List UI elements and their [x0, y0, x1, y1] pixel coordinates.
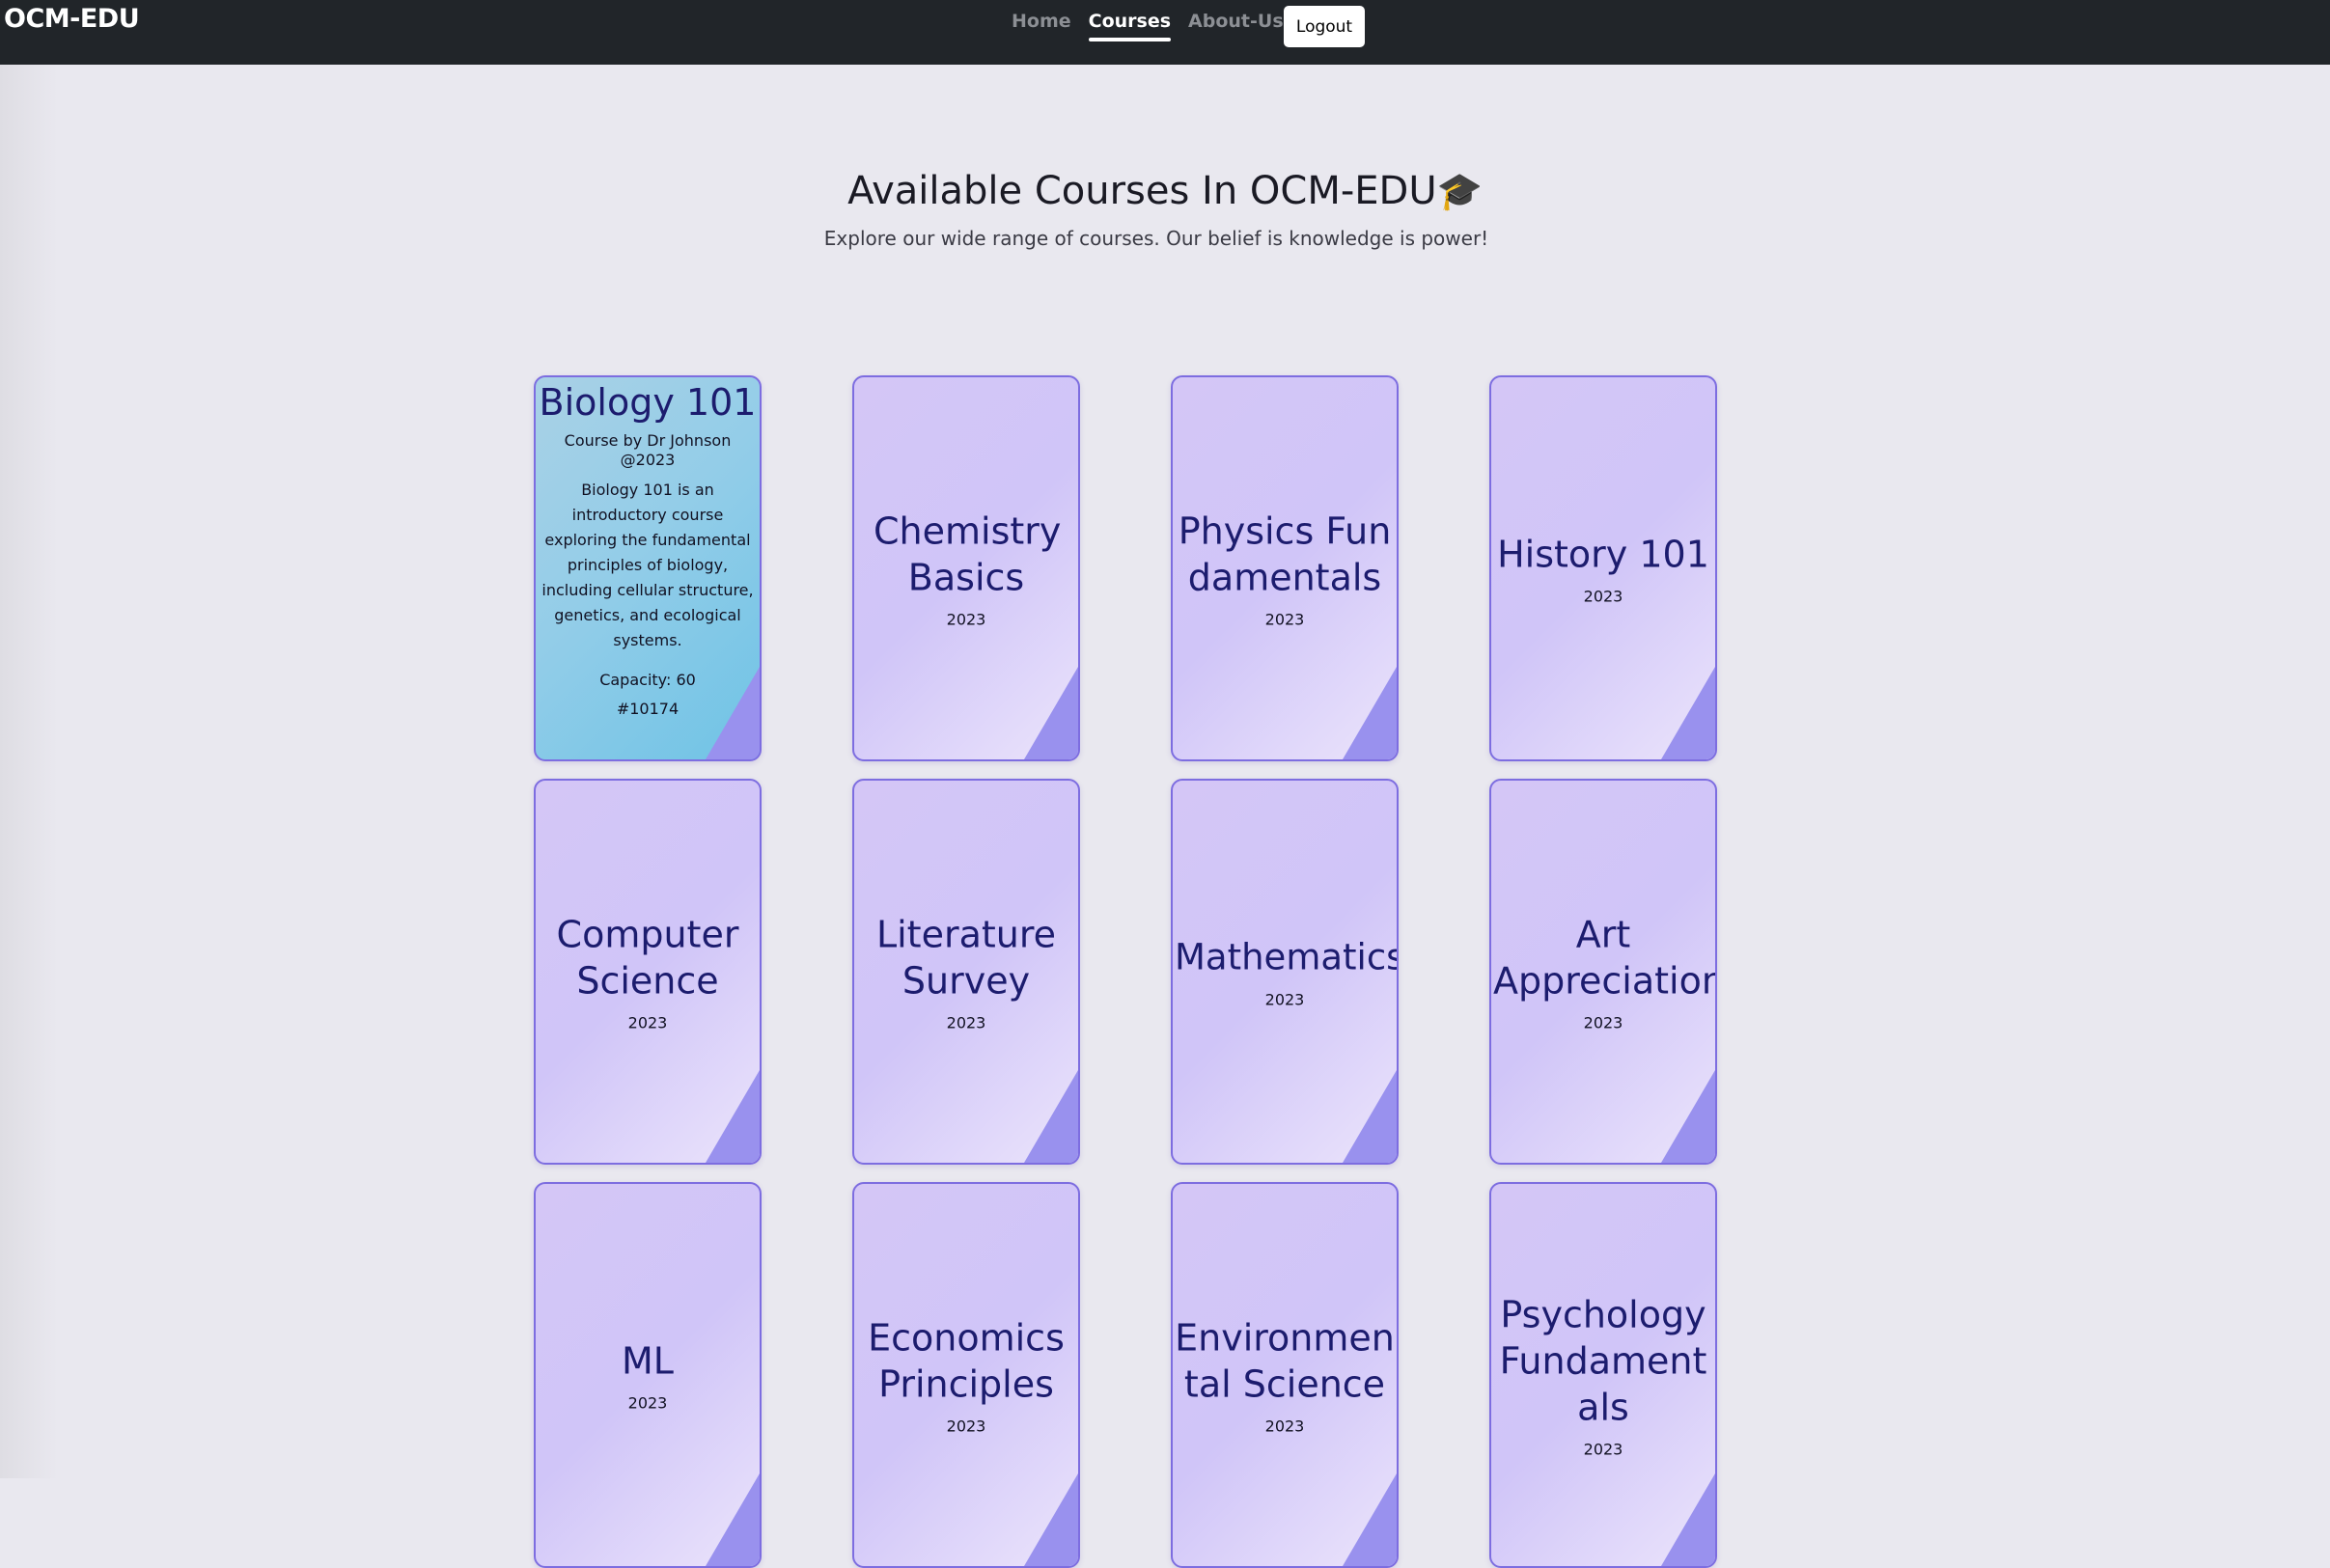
card-corner-fold — [1661, 667, 1715, 759]
course-card-biology-101[interactable]: Biology 101 Course by Dr Johnson @2023 B… — [534, 375, 762, 761]
course-card-mathematics[interactable]: Mathematics 2023 — [1171, 779, 1399, 1165]
graduation-cap-icon: 🎓 — [1436, 170, 1483, 212]
page-title: Available Courses In OCM-EDU🎓 — [0, 169, 2330, 213]
card-corner-fold — [706, 1473, 760, 1566]
course-year: 2023 — [946, 610, 986, 629]
nav-courses-link[interactable]: Courses — [1088, 11, 1172, 41]
course-year: 2023 — [1264, 610, 1305, 629]
course-title: Psychology Fundamentals — [1499, 1293, 1707, 1429]
course-card-psychology-fundamentals[interactable]: Psychology Fundamentals 2023 — [1489, 1182, 1717, 1568]
main-content: Available Courses In OCM-EDU🎓 Explore ou… — [0, 65, 2330, 1568]
brand-logo[interactable]: OCM-EDU — [4, 4, 140, 34]
course-description: Biology 101 is an introductory course ex… — [541, 481, 754, 649]
nav-about-us-link[interactable]: About-Us — [1188, 11, 1284, 41]
course-title: History 101 — [1497, 533, 1709, 576]
course-title: Computer Science — [556, 913, 739, 1003]
course-year: 2023 — [627, 1013, 668, 1032]
course-year: 2023 — [1583, 1440, 1623, 1459]
course-instructor: Course by Dr Johnson @2023 — [564, 431, 732, 469]
course-card-economics-principles[interactable]: Economics Principles 2023 — [852, 1182, 1080, 1568]
course-title: Economics Principles — [868, 1316, 1065, 1406]
course-year: 2023 — [946, 1013, 986, 1032]
course-title: Environmental Science — [1175, 1316, 1395, 1406]
page-title-text: Available Courses In OCM-EDU — [847, 169, 1437, 213]
course-card-history-101[interactable]: History 101 2023 — [1489, 375, 1717, 761]
course-title: Art Appreciation — [1493, 913, 1717, 1003]
card-corner-fold — [1661, 1473, 1715, 1566]
course-card-literature-survey[interactable]: Literature Survey 2023 — [852, 779, 1080, 1165]
card-corner-fold — [1024, 1473, 1078, 1566]
course-year: 2023 — [1264, 990, 1305, 1009]
course-title: Physics Fundamentals — [1178, 509, 1392, 599]
course-title: ML — [622, 1339, 674, 1383]
card-corner-fold — [1343, 1070, 1397, 1163]
course-card-physics-fundamentals[interactable]: Physics Fundamentals 2023 — [1171, 375, 1399, 761]
top-navbar: OCM-EDU Home Courses About-Us Logout — [0, 0, 2330, 65]
course-card-computer-science[interactable]: Computer Science 2023 — [534, 779, 762, 1165]
page-subtitle: Explore our wide range of courses. Our b… — [823, 227, 1489, 250]
course-year: 2023 — [1264, 1417, 1305, 1436]
course-title: Chemistry Basics — [874, 509, 1062, 599]
nav-home-link[interactable]: Home — [1012, 11, 1071, 41]
card-corner-fold — [1024, 667, 1078, 759]
card-corner-fold — [706, 667, 760, 759]
card-corner-fold — [1343, 667, 1397, 759]
course-year: 2023 — [1583, 587, 1623, 606]
card-corner-fold — [1024, 1070, 1078, 1163]
course-title: Mathematics — [1175, 936, 1399, 978]
course-title: Biology 101 — [539, 381, 757, 424]
card-corner-fold — [1343, 1473, 1397, 1566]
nav-links: Home Courses About-Us — [1012, 11, 1284, 41]
course-card-art-appreciation[interactable]: Art Appreciation 2023 — [1489, 779, 1717, 1165]
course-year: 2023 — [1583, 1013, 1623, 1032]
course-title: Literature Survey — [875, 913, 1057, 1003]
course-card-ml[interactable]: ML 2023 — [534, 1182, 762, 1568]
card-corner-fold — [706, 1070, 760, 1163]
course-card-environmental-science[interactable]: Environmental Science 2023 — [1171, 1182, 1399, 1568]
course-year: 2023 — [946, 1417, 986, 1436]
course-card-chemistry-basics[interactable]: Chemistry Basics 2023 — [852, 375, 1080, 761]
logout-button[interactable]: Logout — [1284, 6, 1365, 47]
card-corner-fold — [1661, 1070, 1715, 1163]
course-year: 2023 — [627, 1393, 668, 1413]
